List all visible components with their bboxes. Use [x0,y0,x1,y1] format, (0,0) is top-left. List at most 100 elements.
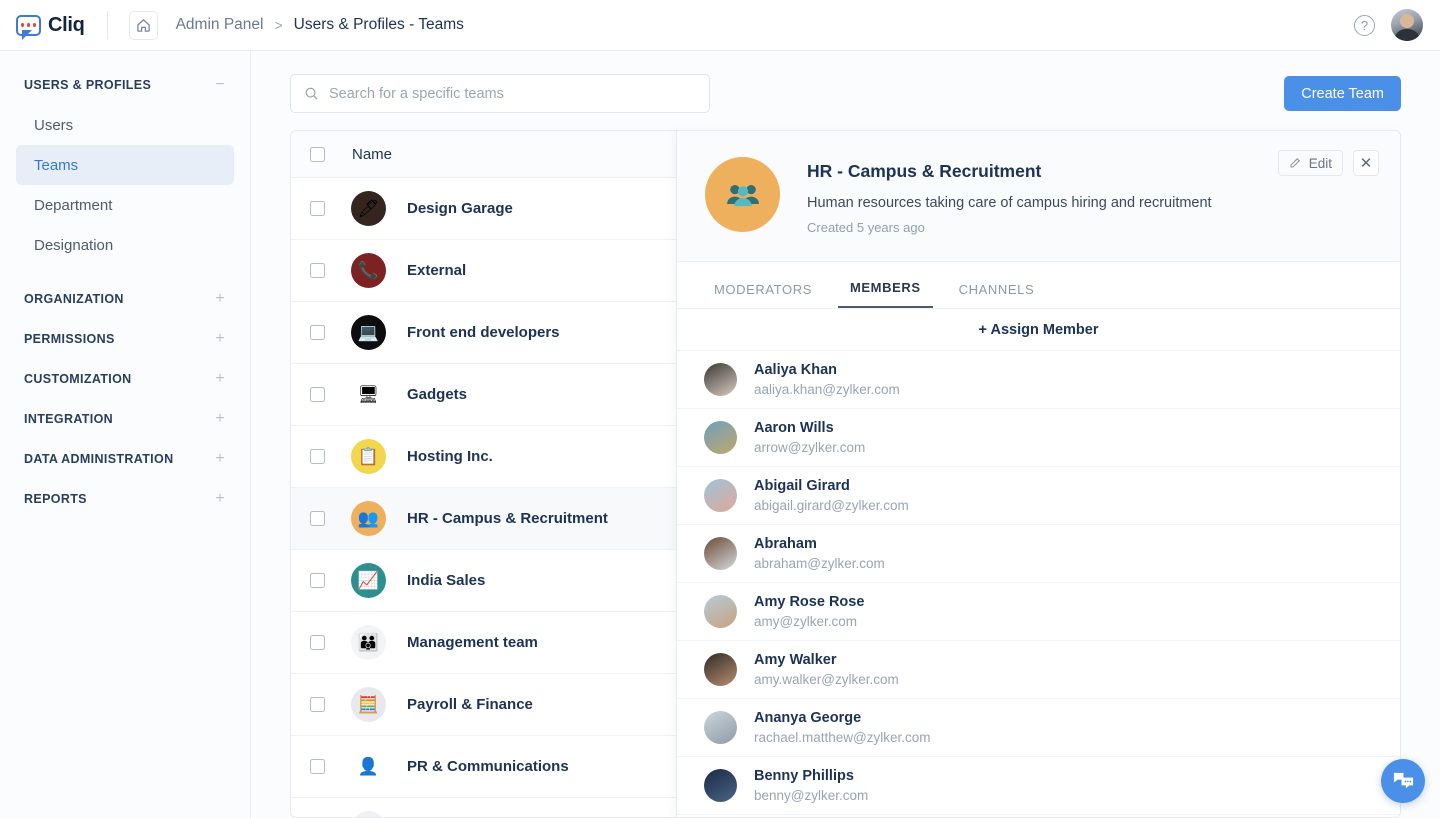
plus-icon[interactable]: + [214,291,226,307]
sidebar-section-organization[interactable]: ORGANIZATION + [0,283,250,315]
plus-icon[interactable]: + [214,451,226,467]
select-all-checkbox[interactable] [310,146,325,162]
team-avatar: 🖊 [351,191,386,226]
member-name: Abigail Girard [754,478,850,494]
member-email: amy@zylker.com [754,614,857,629]
table-row[interactable]: 📈 India Sales [291,550,677,612]
table-row[interactable]: 🧮 Payroll & Finance [291,674,677,736]
breadcrumb-root[interactable]: Admin Panel [176,16,264,34]
sidebar: USERS & PROFILES − Users Teams Department Des… [0,51,251,818]
home-button[interactable] [128,10,158,40]
row-checkbox[interactable] [310,573,325,588]
plus-icon[interactable]: + [214,491,226,507]
cliq-logo[interactable]: Cliq [16,14,85,40]
row-checkbox[interactable] [310,325,325,340]
table-row[interactable]: 🖊 Design Garage [291,178,677,240]
sidebar-section-customization[interactable]: CUSTOMIZATION + [0,363,250,395]
column-header-name: Name [352,145,393,163]
member-email: abraham@zylker.com [754,556,885,571]
team-list-panel: Name 🖊 Design Garage 📞 External 💻 Front end d… [290,130,677,818]
list-item[interactable]: Ananya George rachael.matthew@zylker.com [677,699,1400,757]
assign-member-row: + Assign Member [677,309,1400,351]
sidebar-section-data-administration[interactable]: DATA ADMINISTRATION + [0,443,250,475]
sidebar-section-permissions[interactable]: PERMISSIONS + [0,323,250,355]
sidebar-section-integration[interactable]: INTEGRATION + [0,403,250,435]
help-icon[interactable]: ? [1354,14,1375,36]
sidebar-section-title: INTEGRATION [24,412,114,426]
sidebar-section-users-profiles[interactable]: USERS & PROFILES − [0,69,250,101]
team-avatar: 📋 [351,439,386,474]
plus-icon[interactable]: + [214,331,226,347]
list-item[interactable]: Aaliya Khan aaliya.khan@zylker.com [677,351,1400,409]
sidebar-section-reports[interactable]: REPORTS + [0,483,250,515]
row-checkbox[interactable] [310,759,325,774]
team-avatar: 👤 [351,749,386,784]
team-detail-description: Human resources taking care of campus hi… [807,195,1212,211]
user-avatar[interactable] [1391,9,1423,41]
table-row[interactable]: 👥 HR - Campus & Recruitment [291,488,677,550]
table-row[interactable]: 💻 Front end developers [291,302,677,364]
row-checkbox[interactable] [310,387,325,402]
table-row[interactable]: 👤 PR & Communications [291,736,677,798]
list-item[interactable]: Abraham abraham@zylker.com [677,525,1400,583]
sidebar-section-title: PERMISSIONS [24,332,115,346]
table-row[interactable]: 🖥 Gadgets [291,364,677,426]
member-email: amy.walker@zylker.com [754,672,899,687]
member-email: rachael.matthew@zylker.com [754,730,931,745]
list-item[interactable]: Aaron Wills arrow@zylker.com [677,409,1400,467]
list-item[interactable]: Benny Phillips benny@zylker.com [677,757,1400,815]
member-email: arrow@zylker.com [754,440,866,455]
team-name: Design Garage [407,200,513,217]
avatar [704,421,737,454]
member-meta: Abigail Girard abigail.girard@zylker.com [754,478,909,513]
close-panel-button[interactable]: ✕ [1353,150,1379,176]
tab-moderators[interactable]: MODERATORS [702,282,824,308]
edit-button[interactable]: Edit [1277,150,1343,176]
minus-icon[interactable]: − [214,77,226,93]
list-item[interactable]: Abigail Girard abigail.girard@zylker.com [677,467,1400,525]
row-checkbox[interactable] [310,635,325,650]
list-item[interactable]: Amy Rose Rose amy@zylker.com [677,583,1400,641]
avatar [704,479,737,512]
team-avatar [351,811,386,817]
row-checkbox[interactable] [310,449,325,464]
search-input[interactable] [329,85,696,102]
admin-panel-app: Cliq Admin Panel > Users & Profiles - Te… [0,0,1440,818]
member-name: Ananya George [754,710,862,726]
member-meta: Amy Walker amy.walker@zylker.com [754,652,899,687]
member-name: Benny Phillips [754,768,854,784]
team-name: Payroll & Finance [407,696,533,713]
table-row[interactable]: 📋 Hosting Inc. [291,426,677,488]
tab-members[interactable]: MEMBERS [837,280,933,308]
breadcrumb-current: Users & Profiles - Teams [293,16,464,33]
sidebar-item-teams[interactable]: Teams [16,145,234,185]
sidebar-item-users[interactable]: Users [16,105,234,145]
list-item[interactable]: Amy Walker amy.walker@zylker.com [677,641,1400,699]
top-bar: Cliq Admin Panel > Users & Profiles - Te… [0,0,1440,51]
chat-bubble-icon [1393,772,1413,788]
tab-channels[interactable]: CHANNELS [947,282,1047,308]
sidebar-item-department[interactable]: Department [16,185,234,225]
team-avatar: 💻 [351,315,386,350]
table-row[interactable]: 📞 External [291,240,677,302]
row-checkbox[interactable] [310,697,325,712]
plus-icon[interactable]: + [214,411,226,427]
member-name: Aaron Wills [754,420,834,436]
member-meta: Amy Rose Rose amy@zylker.com [754,594,864,629]
chat-fab-button[interactable] [1381,759,1425,803]
team-name: India Sales [407,572,486,589]
plus-icon[interactable]: + [214,371,226,387]
team-name: External [407,262,467,279]
team-avatar: 🧮 [351,687,386,722]
row-checkbox[interactable] [310,201,325,216]
table-row[interactable] [291,798,677,817]
sidebar-item-designation[interactable]: Designation [16,225,234,265]
member-email: aaliya.khan@zylker.com [754,382,900,397]
search-box[interactable] [290,74,710,113]
create-team-button[interactable]: Create Team [1284,76,1401,111]
row-checkbox[interactable] [310,511,325,526]
assign-member-link[interactable]: + Assign Member [979,322,1099,338]
row-checkbox[interactable] [310,263,325,278]
table-row[interactable]: 👪 Management team [291,612,677,674]
